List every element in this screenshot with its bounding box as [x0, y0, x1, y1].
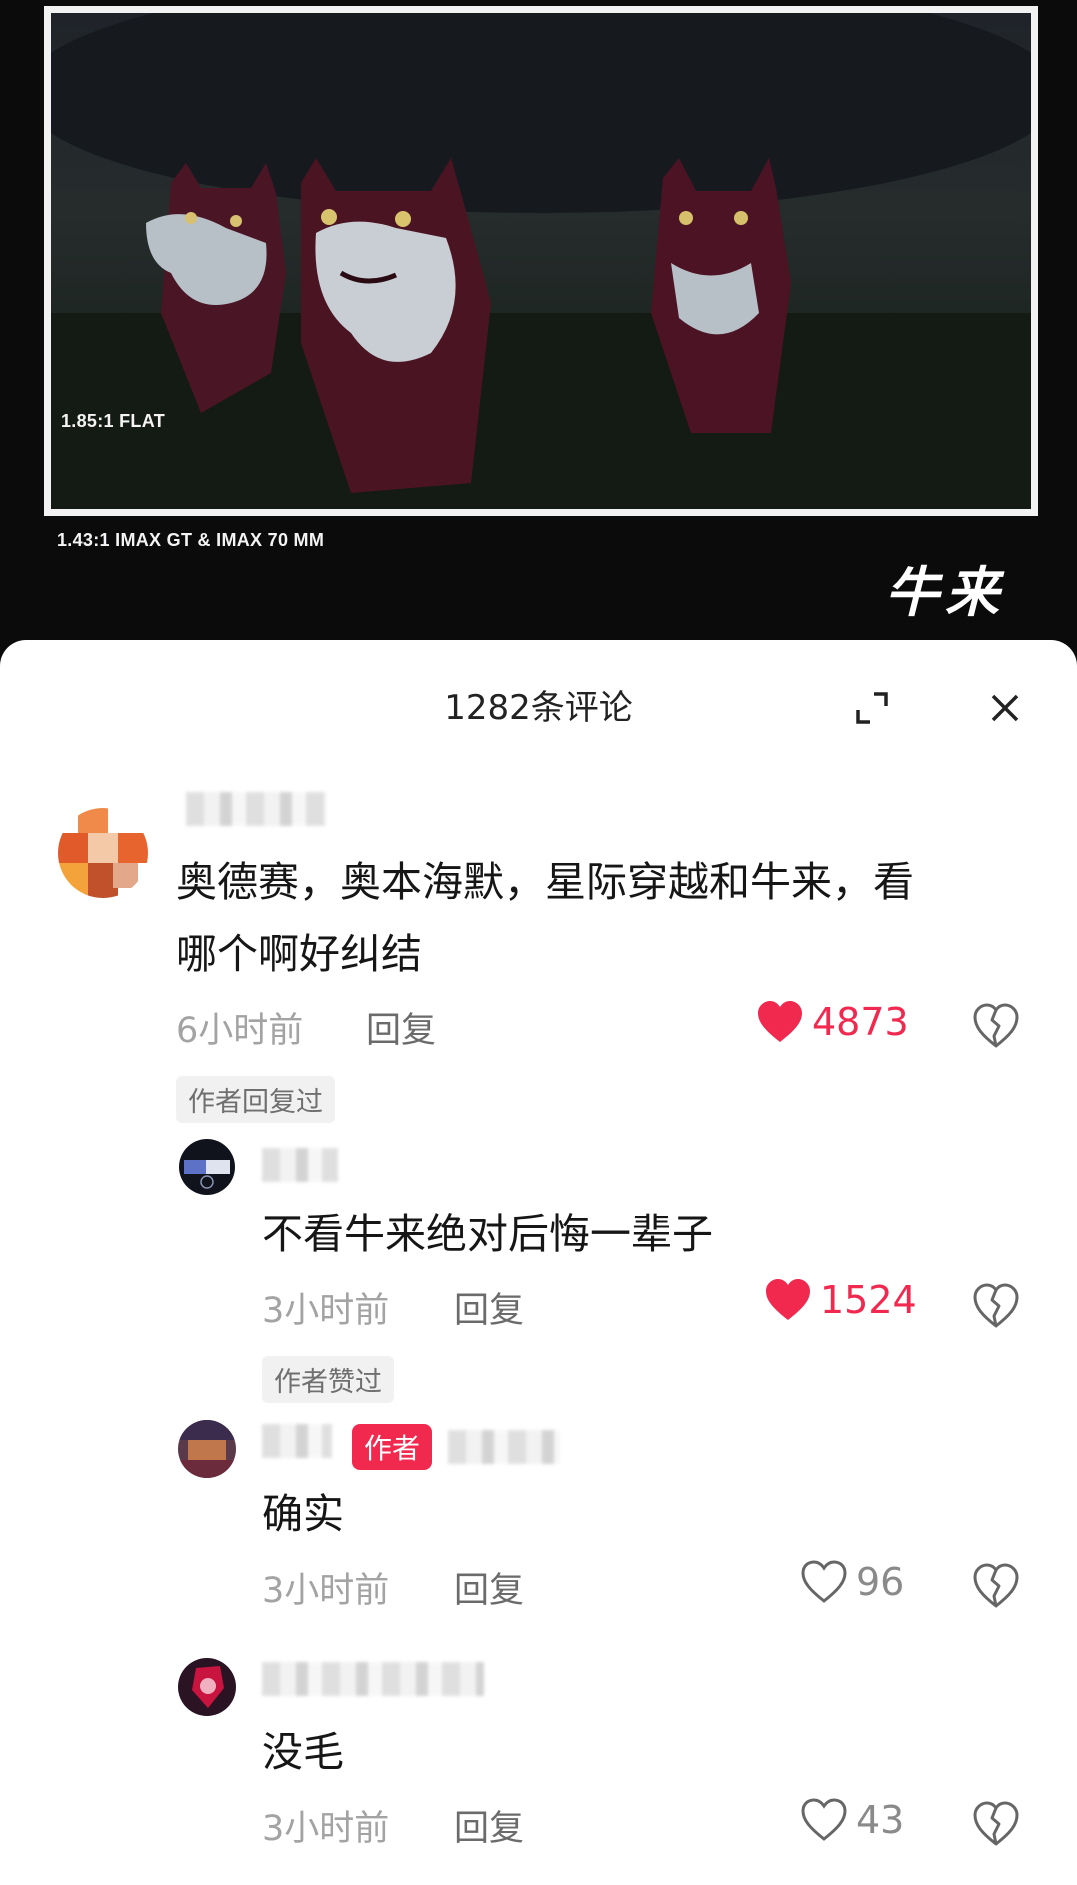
avatar[interactable]: [178, 1138, 236, 1196]
comment-text-line2: 哪个啊好纠结: [176, 930, 422, 978]
comment-text: 奥德赛，奥本海默，星际穿越和牛来，看: [176, 858, 914, 906]
avatar[interactable]: [178, 1658, 236, 1716]
broken-heart-icon[interactable]: [972, 1800, 1020, 1848]
username-blurred[interactable]: [262, 1424, 332, 1458]
reply-text: 确实: [262, 1490, 344, 1538]
comments-sheet: 1282条评论 奥德赛，奥本海默，星际穿越和牛来，看 哪个啊好纠结 6小时前 回…: [0, 640, 1077, 1885]
like-count: 43: [856, 1798, 905, 1842]
video-frame: 1.85:1 FLAT: [44, 6, 1038, 516]
username-blurred-suffix: [448, 1430, 560, 1464]
reply-button[interactable]: 回复: [454, 1800, 524, 1851]
comments-count-title: 1282条评论: [444, 688, 633, 728]
heart-outline-icon: [801, 1560, 847, 1603]
reply-button[interactable]: 回复: [454, 1562, 524, 1613]
like-count: 96: [856, 1560, 905, 1604]
close-icon[interactable]: [985, 688, 1025, 728]
avatar[interactable]: [178, 1420, 236, 1478]
heart-icon: [758, 1001, 802, 1042]
broken-heart-icon[interactable]: [972, 1562, 1020, 1610]
author-liked-tag: 作者赞过: [262, 1356, 394, 1403]
like-button[interactable]: 4873: [756, 1000, 909, 1044]
aspect-ratio-caption-outer: 1.43:1 IMAX GT & IMAX 70 MM: [57, 530, 325, 550]
avatar[interactable]: [58, 808, 148, 898]
reply-text: 不看牛来绝对后悔一辈子: [262, 1210, 713, 1258]
heart-icon: [766, 1279, 810, 1320]
reply-time: 3小时前: [262, 1809, 390, 1849]
expand-icon[interactable]: [852, 688, 892, 728]
heart-outline-icon: [801, 1798, 847, 1841]
username-blurred[interactable]: [186, 792, 326, 826]
like-button[interactable]: 96: [800, 1560, 904, 1604]
reply-button[interactable]: 回复: [454, 1282, 524, 1333]
broken-heart-icon[interactable]: [972, 1282, 1020, 1330]
broken-heart-icon[interactable]: [972, 1002, 1020, 1050]
reply-time: 3小时前: [262, 1571, 390, 1611]
aspect-ratio-caption-inner: 1.85:1 FLAT: [61, 411, 165, 431]
comment-time: 6小时前: [176, 1011, 304, 1051]
video-scene: [51, 13, 1031, 509]
reply-button[interactable]: 回复: [366, 1002, 436, 1053]
like-button[interactable]: 43: [800, 1798, 904, 1842]
like-button[interactable]: 1524: [764, 1278, 917, 1322]
author-replied-tag: 作者回复过: [176, 1076, 335, 1123]
like-count: 1524: [820, 1278, 917, 1322]
author-badge: 作者: [352, 1424, 433, 1470]
reply-time: 3小时前: [262, 1291, 390, 1331]
like-count: 4873: [812, 1000, 909, 1044]
video-player[interactable]: 1.85:1 FLAT 1.43:1 IMAX GT & IMAX 70 MM …: [0, 0, 1077, 660]
reply-text: 没毛: [262, 1728, 344, 1776]
username-blurred[interactable]: [262, 1662, 484, 1696]
username-blurred[interactable]: [262, 1148, 338, 1182]
video-title-watermark: 牛来: [885, 560, 1005, 624]
